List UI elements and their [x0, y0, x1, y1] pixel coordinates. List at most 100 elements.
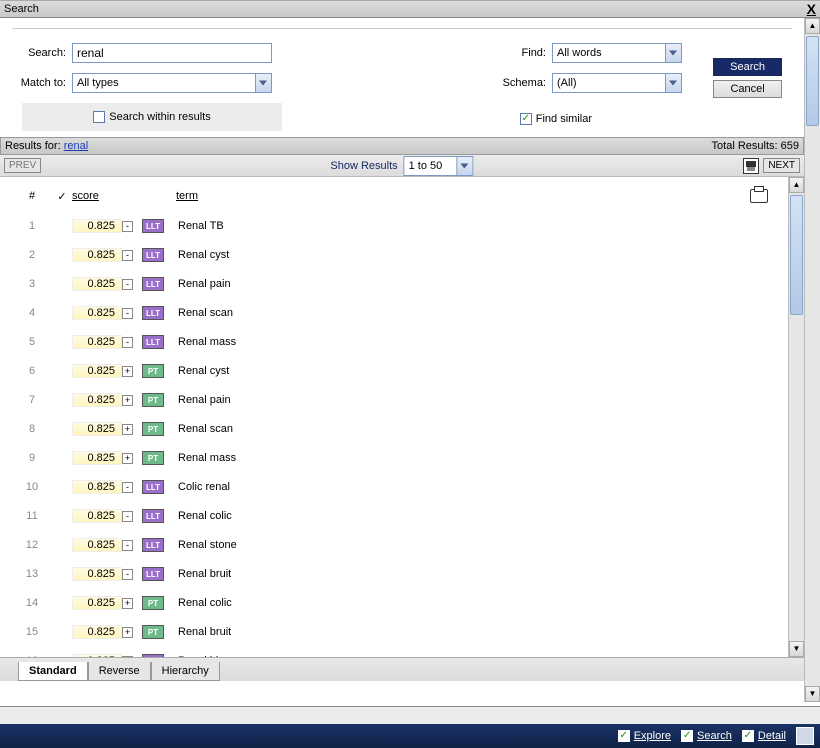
expand-icon[interactable]: + [122, 598, 133, 609]
row-term[interactable]: Renal TB [170, 220, 768, 232]
row-num: 3 [12, 278, 52, 290]
expand-icon[interactable]: - [122, 656, 133, 658]
result-row[interactable]: 10.825-LLTRenal TB [12, 211, 768, 240]
row-term[interactable]: Renal bruit [170, 568, 768, 580]
scroll-thumb[interactable] [806, 36, 819, 126]
result-row[interactable]: 130.825-LLTRenal bruit [12, 559, 768, 588]
result-row[interactable]: 100.825-LLTColic renal [12, 472, 768, 501]
row-term[interactable]: Renal colic [170, 597, 768, 609]
row-term[interactable]: Colic renal [170, 481, 768, 493]
search-input[interactable] [72, 43, 272, 63]
row-term[interactable]: Renal bruit [170, 626, 768, 638]
row-term[interactable]: Renal cyst [170, 249, 768, 261]
cancel-button[interactable]: Cancel [713, 80, 782, 98]
tab-reverse[interactable]: Reverse [88, 662, 151, 681]
expand-icon[interactable]: - [122, 279, 133, 290]
explore-link[interactable]: Explore [634, 730, 671, 742]
close-icon[interactable]: X [807, 1, 816, 17]
prev-button[interactable]: PREV [4, 158, 41, 173]
expand-icon[interactable]: + [122, 395, 133, 406]
search-button[interactable]: Search [713, 58, 782, 76]
result-row[interactable]: 60.825+PTRenal cyst [12, 356, 768, 385]
search-checkbox[interactable]: ✓ [681, 730, 693, 742]
row-score: 0.825 [72, 480, 122, 494]
scroll-thumb[interactable] [790, 195, 803, 315]
row-score: 0.825 [72, 567, 122, 581]
results-for-link[interactable]: renal [64, 140, 88, 152]
row-term[interactable]: Renal colic [170, 510, 768, 522]
tab-standard[interactable]: Standard [18, 662, 88, 681]
row-term[interactable]: Renal scan [170, 423, 768, 435]
outer-scrollbar[interactable]: ▲ ▼ [804, 18, 820, 702]
result-row[interactable]: 140.825+PTRenal colic [12, 588, 768, 617]
search-link[interactable]: Search [697, 730, 732, 742]
result-row[interactable]: 20.825-LLTRenal cyst [12, 240, 768, 269]
expand-icon[interactable]: - [122, 540, 133, 551]
row-term[interactable]: Renal scan [170, 307, 768, 319]
scroll-down-icon[interactable]: ▼ [805, 686, 820, 702]
row-term[interactable]: Renal pain [170, 394, 768, 406]
tabs: Standard Reverse Hierarchy [0, 657, 804, 681]
row-num: 1 [12, 220, 52, 232]
expand-icon[interactable]: + [122, 366, 133, 377]
detail-link[interactable]: Detail [758, 730, 786, 742]
expand-icon[interactable]: - [122, 569, 133, 580]
result-row[interactable]: 70.825+PTRenal pain [12, 385, 768, 414]
row-term[interactable]: Renal biopsy [170, 655, 768, 658]
row-term[interactable]: Renal mass [170, 336, 768, 348]
detail-checkbox[interactable]: ✓ [742, 730, 754, 742]
result-row[interactable]: 40.825-LLTRenal scan [12, 298, 768, 327]
expand-icon[interactable]: + [122, 627, 133, 638]
row-term[interactable]: Renal mass [170, 452, 768, 464]
next-button[interactable]: NEXT [763, 158, 800, 173]
scroll-down-icon[interactable]: ▼ [789, 641, 804, 657]
resize-handle-icon[interactable] [796, 727, 814, 745]
matchto-select[interactable]: All types [72, 73, 272, 93]
row-term[interactable]: Renal cyst [170, 365, 768, 377]
scroll-up-icon[interactable]: ▲ [805, 18, 820, 34]
range-value: 1 to 50 [409, 160, 443, 172]
show-results-label: Show Results [330, 160, 397, 172]
expand-icon[interactable]: - [122, 221, 133, 232]
result-row[interactable]: 160.825-LLTRenal biopsy [12, 646, 768, 657]
expand-icon[interactable]: + [122, 424, 133, 435]
row-score: 0.825 [72, 538, 122, 552]
schema-select[interactable]: (All) [552, 73, 682, 93]
scroll-up-icon[interactable]: ▲ [789, 177, 804, 193]
row-num: 7 [12, 394, 52, 406]
expand-icon[interactable]: + [122, 453, 133, 464]
result-row[interactable]: 30.825-LLTRenal pain [12, 269, 768, 298]
expand-icon[interactable]: - [122, 482, 133, 493]
row-num: 2 [12, 249, 52, 261]
expand-icon[interactable]: - [122, 250, 133, 261]
result-row[interactable]: 110.825-LLTRenal colic [12, 501, 768, 530]
row-num: 15 [12, 626, 52, 638]
tab-hierarchy[interactable]: Hierarchy [151, 662, 220, 681]
row-term[interactable]: Renal pain [170, 278, 768, 290]
type-badge: LLT [142, 509, 164, 523]
results-scrollbar[interactable]: ▲ ▼ [788, 177, 804, 657]
row-term[interactable]: Renal stone [170, 539, 768, 551]
save-icon[interactable] [743, 158, 759, 174]
row-num: 14 [12, 597, 52, 609]
result-row[interactable]: 150.825+PTRenal bruit [12, 617, 768, 646]
expand-icon[interactable]: - [122, 511, 133, 522]
expand-icon[interactable]: - [122, 337, 133, 348]
result-row[interactable]: 120.825-LLTRenal stone [12, 530, 768, 559]
result-row[interactable]: 80.825+PTRenal scan [12, 414, 768, 443]
result-row[interactable]: 90.825+PTRenal mass [12, 443, 768, 472]
type-badge: PT [142, 625, 164, 639]
results-for-label: Results for: [5, 140, 61, 152]
expand-icon[interactable]: - [122, 308, 133, 319]
printer-icon[interactable] [750, 189, 768, 203]
search-within-checkbox[interactable] [93, 111, 105, 123]
find-select[interactable]: All words [552, 43, 682, 63]
find-similar-checkbox[interactable]: ✓ [520, 113, 532, 125]
row-num: 8 [12, 423, 52, 435]
window-title: Search [4, 3, 39, 15]
result-row[interactable]: 50.825-LLTRenal mass [12, 327, 768, 356]
col-term[interactable]: term [170, 190, 750, 202]
range-select[interactable]: 1 to 50 [404, 156, 474, 176]
explore-checkbox[interactable]: ✓ [618, 730, 630, 742]
col-score[interactable]: score [72, 190, 122, 202]
